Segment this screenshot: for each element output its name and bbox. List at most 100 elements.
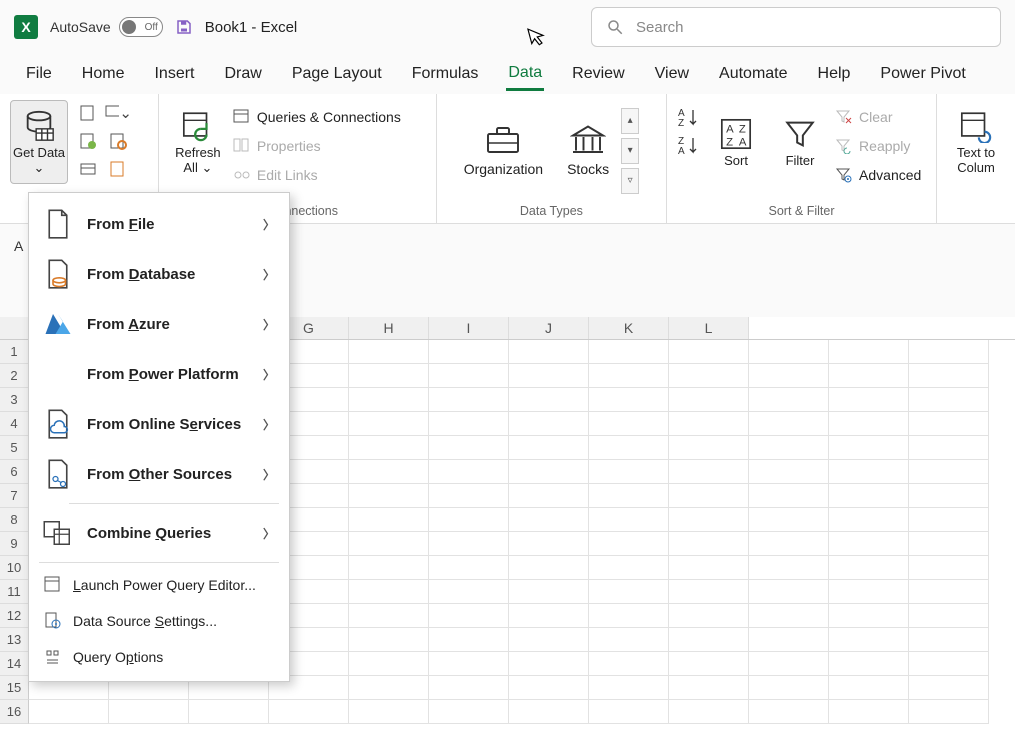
col-header[interactable]: H [349, 317, 429, 339]
row-header[interactable]: 11 [0, 580, 29, 604]
cell[interactable] [509, 676, 589, 700]
cell[interactable] [509, 532, 589, 556]
cell[interactable] [349, 388, 429, 412]
cell[interactable] [909, 556, 989, 580]
cell[interactable] [669, 364, 749, 388]
menu-from-file[interactable]: From File 〉 [29, 199, 289, 249]
cell[interactable] [749, 676, 829, 700]
cell[interactable] [509, 412, 589, 436]
cell[interactable] [429, 340, 509, 364]
menu-from-online-services[interactable]: From Online Services 〉 [29, 399, 289, 449]
existing-connections-icon[interactable] [74, 156, 102, 182]
cell[interactable] [909, 460, 989, 484]
edit-links-button[interactable]: Edit Links [233, 162, 401, 188]
cell[interactable] [429, 508, 509, 532]
cell[interactable] [909, 484, 989, 508]
col-header[interactable]: J [509, 317, 589, 339]
cell[interactable] [429, 484, 509, 508]
cell[interactable] [829, 508, 909, 532]
menu-from-other-sources[interactable]: From Other Sources 〉 [29, 449, 289, 499]
cell[interactable] [909, 412, 989, 436]
cell[interactable] [589, 364, 669, 388]
from-web-icon[interactable]: ⌄ [104, 100, 132, 126]
cell[interactable] [749, 388, 829, 412]
cell[interactable] [429, 652, 509, 676]
cell[interactable] [829, 676, 909, 700]
tab-page-layout[interactable]: Page Layout [290, 59, 384, 89]
cell[interactable] [669, 460, 749, 484]
cell[interactable] [829, 412, 909, 436]
select-all-corner[interactable] [0, 317, 29, 340]
row-header[interactable]: 13 [0, 628, 29, 652]
tab-help[interactable]: Help [816, 59, 853, 89]
cell[interactable] [589, 460, 669, 484]
cell[interactable] [909, 508, 989, 532]
row-header[interactable]: 1 [0, 340, 29, 364]
cell[interactable] [749, 652, 829, 676]
row-header[interactable]: 15 [0, 676, 29, 700]
cell[interactable] [349, 700, 429, 724]
cell[interactable] [589, 700, 669, 724]
sort-desc-icon[interactable]: ZA [677, 134, 701, 156]
save-icon[interactable] [175, 18, 193, 36]
cell[interactable] [429, 580, 509, 604]
cell[interactable] [269, 700, 349, 724]
menu-data-source-settings[interactable]: Data Source Settings... [29, 603, 289, 639]
row-header[interactable]: 9 [0, 532, 29, 556]
cell[interactable] [909, 436, 989, 460]
cell[interactable] [429, 364, 509, 388]
name-box[interactable]: A [14, 238, 23, 254]
cell[interactable] [429, 628, 509, 652]
cell[interactable] [509, 436, 589, 460]
get-data-button[interactable]: Get Data ⌄ [10, 100, 68, 184]
cell[interactable] [509, 484, 589, 508]
cell[interactable] [829, 388, 909, 412]
cell[interactable] [829, 532, 909, 556]
cell[interactable] [589, 532, 669, 556]
cell[interactable] [109, 700, 189, 724]
cell[interactable] [669, 652, 749, 676]
col-header[interactable]: I [429, 317, 509, 339]
cell[interactable] [349, 604, 429, 628]
row-header[interactable]: 8 [0, 508, 29, 532]
cell[interactable] [429, 412, 509, 436]
cell[interactable] [509, 700, 589, 724]
cell[interactable] [29, 700, 109, 724]
tab-automate[interactable]: Automate [717, 59, 789, 89]
row-header[interactable]: 6 [0, 460, 29, 484]
cell[interactable] [749, 340, 829, 364]
tab-file[interactable]: File [24, 59, 54, 89]
cell[interactable] [429, 676, 509, 700]
menu-from-azure[interactable]: From Azure 〉 [29, 299, 289, 349]
cell[interactable] [829, 604, 909, 628]
cell[interactable] [589, 508, 669, 532]
from-picture-icon[interactable] [104, 156, 132, 182]
cell[interactable] [669, 676, 749, 700]
cell[interactable] [909, 604, 989, 628]
cell[interactable] [669, 532, 749, 556]
cell[interactable] [509, 508, 589, 532]
sort-asc-icon[interactable]: AZ [677, 106, 701, 128]
cell[interactable] [429, 604, 509, 628]
row-header[interactable]: 5 [0, 436, 29, 460]
cell[interactable] [669, 628, 749, 652]
row-header[interactable]: 10 [0, 556, 29, 580]
cell[interactable] [589, 340, 669, 364]
col-header[interactable]: L [669, 317, 749, 339]
menu-from-power-platform[interactable]: From Power Platform 〉 [29, 349, 289, 399]
cell[interactable] [429, 436, 509, 460]
cell[interactable] [909, 628, 989, 652]
cell[interactable] [589, 388, 669, 412]
cell[interactable] [509, 460, 589, 484]
menu-query-options[interactable]: Query Options [29, 639, 289, 675]
cell[interactable] [749, 484, 829, 508]
cell[interactable] [749, 436, 829, 460]
advanced-filter-button[interactable]: Advanced [835, 162, 921, 188]
cell[interactable] [829, 340, 909, 364]
cell[interactable] [589, 628, 669, 652]
cell[interactable] [509, 652, 589, 676]
row-header[interactable]: 3 [0, 388, 29, 412]
tab-home[interactable]: Home [80, 59, 127, 89]
sort-button[interactable]: AZZA Sort [707, 100, 765, 184]
col-header[interactable]: K [589, 317, 669, 339]
